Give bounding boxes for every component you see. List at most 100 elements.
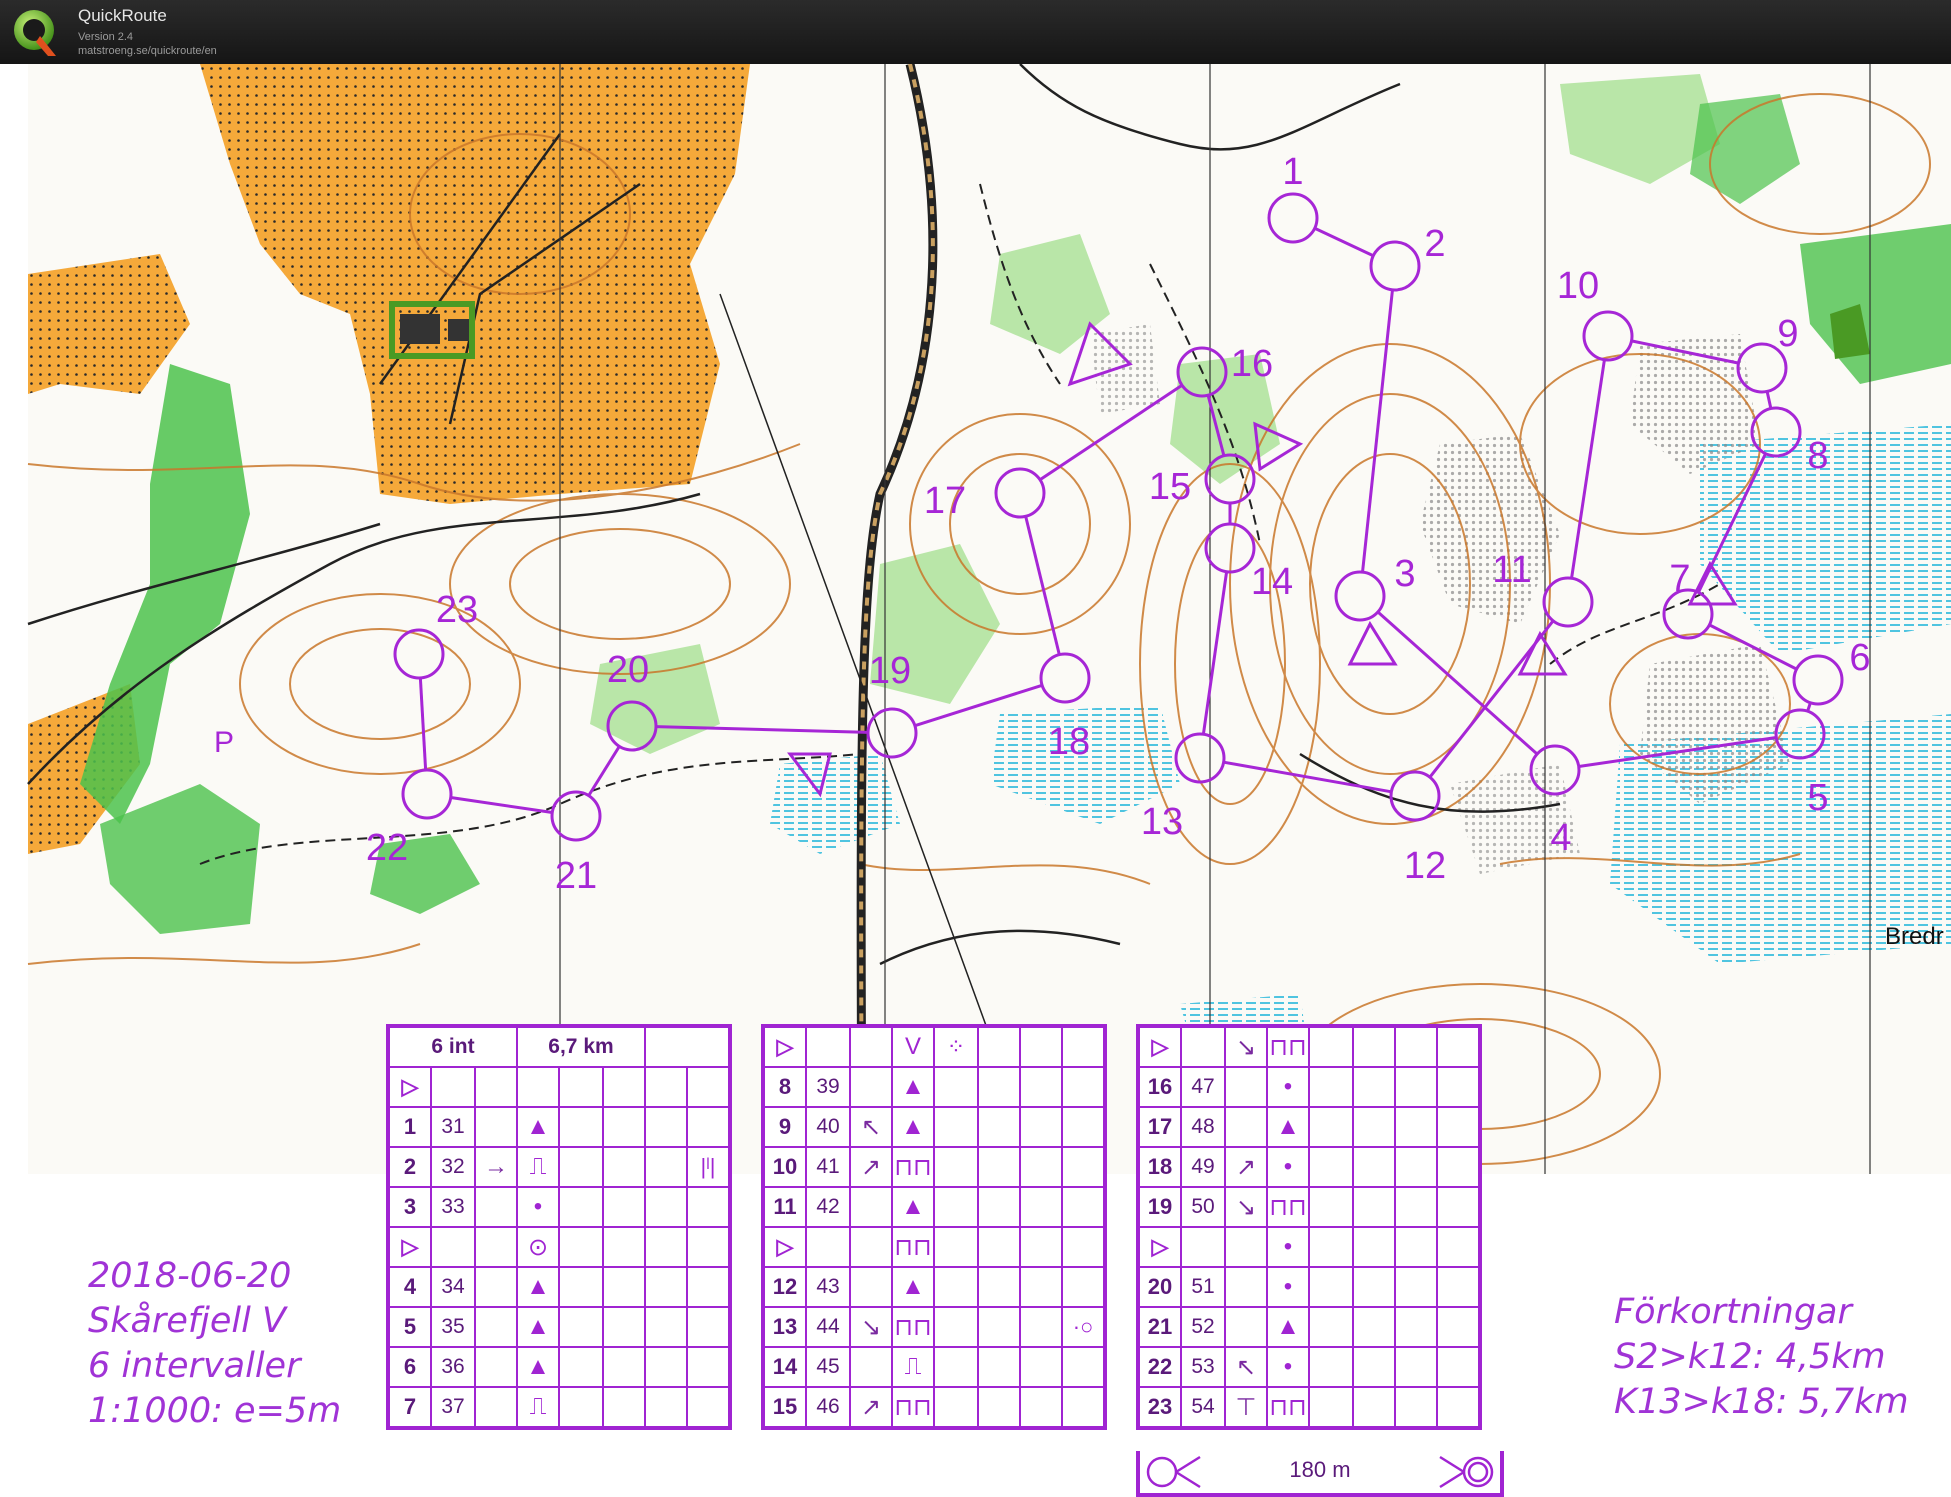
control-code-cell: 53 xyxy=(1180,1346,1226,1388)
description-row: 3 33 • xyxy=(387,1186,731,1228)
control-number-label: 12 xyxy=(1404,845,1446,887)
control-sequence-cell: 9 xyxy=(762,1106,807,1148)
description-symbol-cell xyxy=(558,1106,604,1148)
shortcut-one: S2>k12: 4,5km xyxy=(1614,1337,1886,1377)
control-code-cell xyxy=(1180,1025,1226,1068)
control-sequence-cell: ▷ xyxy=(762,1025,807,1068)
description-row: 5 35 ▲ xyxy=(387,1306,731,1348)
control-code-cell: 40 xyxy=(805,1106,851,1148)
description-row: ▷ V ⁘ xyxy=(762,1025,1106,1068)
description-symbol-cell: ↘ xyxy=(1224,1186,1268,1228)
description-row: 19 50 ↘ ⊓⊓ xyxy=(1137,1186,1481,1228)
description-symbol-cell xyxy=(1019,1186,1063,1228)
description-symbol-cell xyxy=(602,1386,646,1429)
description-symbol-cell xyxy=(1352,1106,1396,1148)
control-number-label: 10 xyxy=(1557,265,1599,307)
description-symbol-cell xyxy=(849,1066,893,1108)
description-row: 2 32 → ⎍ |ˡ| xyxy=(387,1146,731,1188)
control-code-cell: 42 xyxy=(805,1186,851,1228)
description-symbol-cell: ▲ xyxy=(891,1106,935,1148)
description-symbol-cell: ⊓⊓ xyxy=(1266,1386,1310,1429)
description-symbol-cell xyxy=(1352,1025,1396,1068)
description-symbol-cell xyxy=(1061,1226,1106,1268)
description-symbol-cell: ↘ xyxy=(1224,1025,1268,1068)
description-row: 15 46 ↗ ⊓⊓ xyxy=(762,1386,1106,1429)
description-symbol-cell xyxy=(474,1266,518,1308)
control-number-label: 1 xyxy=(1282,151,1303,193)
building xyxy=(400,314,440,344)
control-sequence-cell: 10 xyxy=(762,1146,807,1188)
description-symbol-cell xyxy=(933,1226,979,1268)
description-symbol-cell xyxy=(602,1146,646,1188)
shortcut-two: K13>k18: 5,7km xyxy=(1614,1382,1909,1422)
control-sequence-cell: 2 xyxy=(387,1146,432,1188)
description-symbol-cell xyxy=(644,1146,688,1188)
description-row: 10 41 ↗ ⊓⊓ xyxy=(762,1146,1106,1188)
description-symbol-cell xyxy=(977,1226,1021,1268)
app-version: Version 2.4 xyxy=(78,31,134,43)
description-symbol-cell xyxy=(933,1386,979,1429)
description-row: 22 53 ↖ • xyxy=(1137,1346,1481,1388)
description-symbol-cell xyxy=(1308,1226,1354,1268)
control-number-label: 20 xyxy=(607,649,649,691)
description-symbol-cell xyxy=(1061,1186,1106,1228)
control-sequence-cell: 12 xyxy=(762,1266,807,1308)
description-symbol-cell xyxy=(1308,1306,1354,1348)
description-row: 16 47 • xyxy=(1137,1066,1481,1108)
description-symbol-cell xyxy=(933,1066,979,1108)
control-sequence-cell: 23 xyxy=(1137,1386,1182,1429)
control-number-label: 16 xyxy=(1231,343,1273,385)
control-number-label: 6 xyxy=(1849,637,1870,679)
control-description-table: ▷ V ⁘ 8 39 ▲ 9 40 ↖ ▲ 10 41 ↗ ⊓⊓ 11 42 ▲ ▷ ⊓⊓ 12 43 ▲ 13 44 ↘ ⊓⊓ ·… xyxy=(761,1024,1107,1430)
description-symbol-cell xyxy=(1061,1386,1106,1429)
description-symbol-cell xyxy=(644,1386,688,1429)
description-symbol-cell xyxy=(558,1266,604,1308)
description-symbol-cell xyxy=(474,1066,518,1108)
control-number-label: 8 xyxy=(1807,435,1828,477)
description-symbol-cell xyxy=(602,1106,646,1148)
description-symbol-cell xyxy=(1019,1146,1063,1188)
app-url[interactable]: matstroeng.se/quickroute/en xyxy=(78,45,217,57)
control-sequence-cell: 19 xyxy=(1137,1186,1182,1228)
control-code-cell: 35 xyxy=(430,1306,476,1348)
description-symbol-cell: ↗ xyxy=(849,1386,893,1429)
description-symbol-cell xyxy=(849,1025,893,1068)
description-symbol-cell xyxy=(1308,1386,1354,1429)
description-symbol-cell: ▲ xyxy=(1266,1106,1310,1148)
control-number-label: 3 xyxy=(1394,553,1415,595)
control-number-label: 13 xyxy=(1141,801,1183,843)
header-empty xyxy=(644,1025,731,1068)
description-symbol-cell: ⊤ xyxy=(1224,1386,1268,1429)
description-symbol-cell: ▲ xyxy=(516,1306,560,1348)
description-symbol-cell: ⊙ xyxy=(516,1226,560,1268)
description-symbol-cell: → xyxy=(474,1146,518,1188)
description-row: ▷ ⊙ xyxy=(387,1226,731,1268)
description-symbol-cell xyxy=(1394,1186,1438,1228)
orienteering-map[interactable]: Bredr P 1 2 3 4 5 6 7 8 9 10 11 12 13 14 15 16 17 18 19 20 2… xyxy=(0,64,1951,1497)
control-code-cell: 37 xyxy=(430,1386,476,1429)
control-code-cell xyxy=(805,1025,851,1068)
description-symbol-cell xyxy=(977,1106,1021,1148)
description-symbol-cell: ▲ xyxy=(891,1066,935,1108)
description-row: ▷ ↘ ⊓⊓ xyxy=(1137,1025,1481,1068)
description-symbol-cell xyxy=(933,1346,979,1388)
control-sequence-cell: 1 xyxy=(387,1106,432,1148)
app-title: QuickRoute xyxy=(78,6,167,25)
description-symbol-cell xyxy=(1436,1346,1481,1388)
control-sequence-cell: 8 xyxy=(762,1066,807,1108)
description-row: 17 48 ▲ xyxy=(1137,1106,1481,1148)
description-symbol-cell xyxy=(1394,1066,1438,1108)
description-symbol-cell xyxy=(1394,1386,1438,1429)
description-symbol-cell xyxy=(644,1186,688,1228)
description-symbol-cell xyxy=(644,1106,688,1148)
control-code-cell xyxy=(430,1226,476,1268)
description-symbol-cell xyxy=(933,1146,979,1188)
description-symbol-cell xyxy=(474,1186,518,1228)
control-sequence-cell: 16 xyxy=(1137,1066,1182,1108)
control-number-label: 22 xyxy=(366,827,408,869)
description-symbol-cell xyxy=(1352,1066,1396,1108)
title-bar: QuickRoute Version 2.4 matstroeng.se/qui… xyxy=(0,0,1951,64)
description-symbol-cell: ⊓⊓ xyxy=(891,1306,935,1348)
description-symbol-cell: ▲ xyxy=(516,1266,560,1308)
description-symbol-cell xyxy=(849,1266,893,1308)
